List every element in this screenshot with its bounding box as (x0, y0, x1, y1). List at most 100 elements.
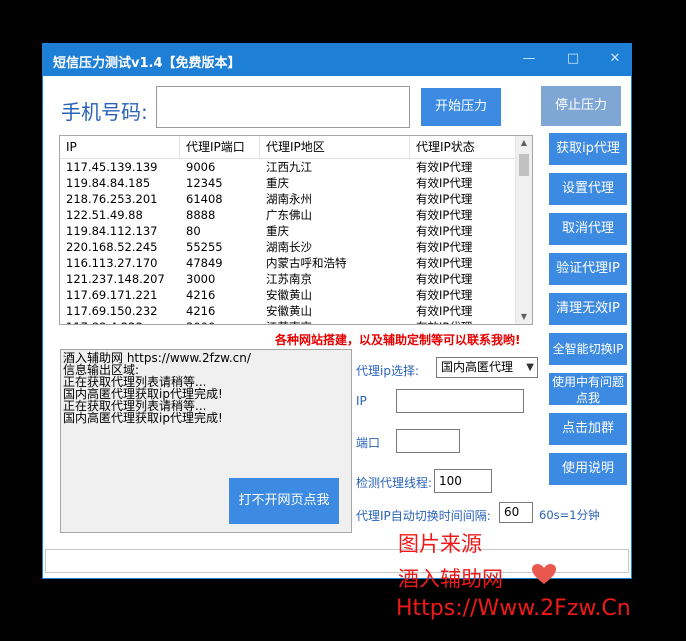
table-cell: 47849 (186, 256, 223, 270)
table-cell: 安徽黄山 (266, 304, 312, 318)
heart-icon (532, 564, 556, 584)
scroll-down-icon[interactable]: ▼ (516, 310, 532, 324)
table-cell: 湖南永州 (266, 192, 312, 206)
column-header-port[interactable]: 代理IP端口 (180, 136, 260, 158)
table-cell: 117.69.150.232 (66, 304, 158, 318)
port-input[interactable] (396, 429, 460, 453)
table-row[interactable]: 121.237.148.207 3000 江苏南京 有效IP代理 (60, 271, 516, 287)
stop-stress-button[interactable]: 停止压力 (541, 86, 621, 126)
table-cell: 8888 (186, 208, 216, 222)
ip-label: IP (356, 394, 367, 408)
table-row[interactable]: 117.88.4.223 3000 江苏南京 有效IP代理 (60, 319, 516, 324)
table-cell: 4216 (186, 304, 216, 318)
watermark-url: Https://Www.2Fzw.Cn (396, 596, 631, 621)
phone-label: 手机号码: (61, 100, 148, 124)
proxy-select-label: 代理ip选择: (356, 364, 419, 378)
get-proxy-button[interactable]: 获取ip代理 (549, 133, 627, 165)
table-cell: 有效IP代理 (416, 240, 473, 254)
clean-invalid-button[interactable]: 清理无效IP (549, 293, 627, 325)
minimize-button[interactable]: — (515, 44, 543, 76)
log-output[interactable]: 酒入辅助网 https://www.2fzw.cn/信息输出区域: 正在获取代理列… (60, 349, 352, 533)
join-group-button[interactable]: 点击加群 (549, 413, 627, 445)
threads-label: 检测代理线程: (356, 476, 433, 490)
table-cell: 江苏南京 (260, 319, 312, 324)
interval-label: 代理IP自动切换时间间隔: (356, 509, 491, 523)
log-line: 国内高匿代理获取ip代理完成! (63, 411, 223, 425)
manual-button[interactable]: 使用说明 (549, 453, 627, 485)
smart-switch-button[interactable]: 全智能切换IP (549, 333, 627, 365)
table-row[interactable]: 119.84.84.185 12345 重庆 有效IP代理 (60, 175, 516, 191)
scroll-up-icon[interactable]: ▲ (516, 136, 532, 150)
table-cell: 80 (186, 224, 201, 238)
table-cell: 重庆 (266, 224, 289, 238)
table-row[interactable]: 218.76.253.201 61408 湖南永州 有效IP代理 (60, 191, 516, 207)
table-cell: 湖南长沙 (266, 240, 312, 254)
table-header: IP 代理IP端口 代理IP地区 代理IP状态 (60, 136, 516, 159)
table-row[interactable]: 117.45.139.139 9006 江西九江 有效IP代理 (60, 159, 516, 175)
close-button[interactable]: ✕ (601, 44, 629, 76)
table-cell: 有效IP代理 (416, 160, 473, 174)
table-cell: 119.84.84.185 (66, 176, 151, 190)
table-cell: 117.88.4.223 (60, 319, 143, 324)
table-cell: 116.113.27.170 (66, 256, 158, 270)
table-row[interactable]: 117.69.150.232 4216 安徽黄山 有效IP代理 (60, 303, 516, 319)
table-cell: 有效IP代理 (410, 319, 472, 324)
table-cell: 江苏南京 (266, 272, 312, 286)
table-cell: 内蒙古呼和浩特 (266, 256, 347, 270)
proxy-table[interactable]: IP 代理IP端口 代理IP地区 代理IP状态 117.45.139.139 90… (59, 135, 533, 325)
notice-text: 各种网站搭建，以及辅助定制等可以联系我哟! (275, 333, 521, 347)
table-cell: 9006 (186, 160, 216, 174)
column-header-region[interactable]: 代理IP地区 (260, 136, 410, 158)
table-body: 117.45.139.139 9006 江西九江 有效IP代理 119.84.84.18… (60, 159, 516, 324)
table-cell: 江西九江 (266, 160, 312, 174)
interval-hint: 60s=1分钟 (539, 508, 600, 522)
table-scrollbar[interactable]: ▲ ▼ (515, 136, 532, 324)
table-cell: 安徽黄山 (266, 288, 312, 302)
chevron-down-icon: ▼ (526, 362, 534, 373)
table-cell: 218.76.253.201 (66, 192, 158, 206)
set-proxy-button[interactable]: 设置代理 (549, 173, 627, 205)
table-cell: 117.45.139.139 (66, 160, 158, 174)
table-cell: 3000 (186, 272, 216, 286)
ip-input[interactable] (396, 389, 524, 413)
start-stress-button[interactable]: 开始压力 (421, 88, 501, 126)
maximize-button[interactable]: □ (559, 44, 587, 76)
watermark-line1: 图片来源 (398, 532, 482, 556)
table-cell: 有效IP代理 (416, 256, 473, 270)
table-cell: 有效IP代理 (416, 272, 473, 286)
threads-input[interactable]: 100 (434, 469, 492, 493)
table-cell: 广东佛山 (266, 208, 312, 222)
table-cell: 3000 (180, 319, 215, 324)
table-row[interactable]: 220.168.52.245 55255 湖南长沙 有效IP代理 (60, 239, 516, 255)
scroll-thumb[interactable] (519, 154, 529, 176)
app-window: 短信压力测试v1.4【免费版本】 — □ ✕ 手机号码: 开始压力 停止压力 I… (42, 43, 632, 579)
phone-number-input[interactable] (156, 86, 410, 128)
column-header-ip[interactable]: IP (60, 136, 180, 158)
table-cell: 117.69.171.221 (66, 288, 158, 302)
help-button[interactable]: 使用中有问题 点我 (549, 373, 627, 405)
table-row[interactable]: 119.84.112.137 80 重庆 有效IP代理 (60, 223, 516, 239)
table-cell: 有效IP代理 (416, 224, 473, 238)
table-cell: 55255 (186, 240, 223, 254)
table-cell: 121.237.148.207 (66, 272, 165, 286)
proxy-type-select[interactable]: 国内高匿代理 ▼ (436, 357, 538, 378)
open-page-button[interactable]: 打不开网页点我 (229, 478, 339, 524)
cancel-proxy-button[interactable]: 取消代理 (549, 213, 627, 245)
port-label: 端口 (356, 436, 381, 450)
interval-input[interactable]: 60 (499, 502, 533, 523)
table-cell: 61408 (186, 192, 223, 206)
verify-proxy-button[interactable]: 验证代理IP (549, 253, 627, 285)
help-button-line1: 使用中有问题 (551, 375, 624, 389)
table-cell: 4216 (186, 288, 216, 302)
table-row[interactable]: 117.69.171.221 4216 安徽黄山 有效IP代理 (60, 287, 516, 303)
column-header-status[interactable]: 代理IP状态 (410, 136, 516, 158)
table-cell: 有效IP代理 (416, 208, 473, 222)
table-row[interactable]: 116.113.27.170 47849 内蒙古呼和浩特 有效IP代理 (60, 255, 516, 271)
table-row[interactable]: 122.51.49.88 8888 广东佛山 有效IP代理 (60, 207, 516, 223)
proxy-type-value: 国内高匿代理 (441, 360, 514, 374)
table-cell: 12345 (186, 176, 223, 190)
title-bar: 短信压力测试v1.4【免费版本】 — □ ✕ (43, 44, 631, 76)
table-cell: 有效IP代理 (416, 176, 473, 190)
table-cell: 122.51.49.88 (66, 208, 143, 222)
window-title: 短信压力测试v1.4【免费版本】 (53, 56, 241, 71)
